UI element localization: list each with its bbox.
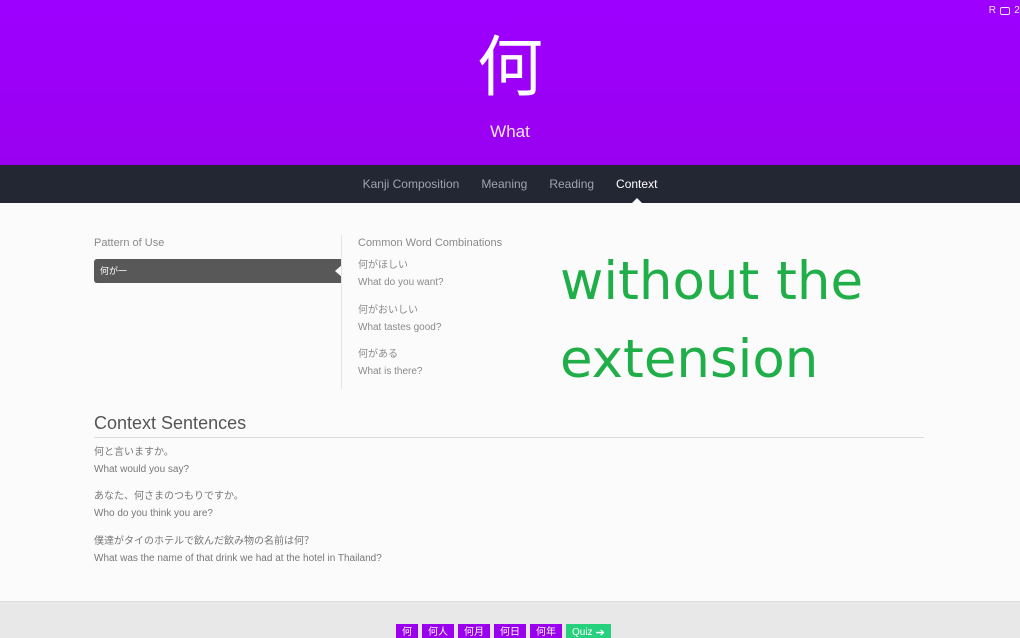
arrow-right-icon: ➔ [595, 627, 605, 638]
kanji-character: 何 [477, 29, 543, 106]
combination-jp: 何がある [358, 349, 398, 360]
sentence-jp: 僕達がタイのホテルで飲んだ飲み物の名前は何？ [94, 536, 314, 547]
related-word-chip[interactable]: 何人 [422, 624, 454, 638]
column-divider [341, 235, 342, 389]
inbox-icon [1000, 6, 1010, 15]
combination-en: What tastes good? [358, 322, 442, 333]
corner-count: 2 [1014, 5, 1020, 16]
kanji-header: 何 What R 2 [0, 0, 1020, 165]
related-word-chip[interactable]: 何年 [530, 624, 562, 638]
annotation-line-2: extension [560, 329, 819, 390]
related-word-chip[interactable]: 何日 [494, 624, 526, 638]
combination-jp: 何がほしい [358, 260, 408, 271]
related-word-chip[interactable]: 何 [396, 624, 418, 638]
quiz-button[interactable]: Quiz ➔ [566, 624, 611, 638]
combination-en: What is there? [358, 366, 423, 377]
combination-item: 何がほしい What do you want? [358, 259, 444, 290]
sentence-jp: あなた、何さまのつもりですか。 [94, 491, 244, 502]
combinations-label: Common Word Combinations [358, 237, 503, 249]
combination-jp: 何がおいしい [358, 305, 418, 316]
kanji-meaning: What [490, 122, 530, 141]
context-sentence: あなた、何さまのつもりですか。 Who do you think you are… [94, 490, 244, 521]
context-sentence: 何と言いますか。 What would you say? [94, 446, 189, 477]
section-nav: Kanji Composition Meaning Reading Contex… [0, 165, 1020, 204]
sentence-en: What was the name of that drink we had a… [94, 553, 382, 564]
corner-status: R 2 [989, 5, 1020, 16]
combination-item: 何がおいしい What tastes good? [358, 304, 441, 335]
related-word-chip[interactable]: 何月 [458, 624, 490, 638]
context-sentence: 僕達がタイのホテルで飲んだ飲み物の名前は何？ What was the name… [94, 535, 382, 566]
sentence-en: Who do you think you are? [94, 508, 213, 519]
sentence-jp: 何と言いますか。 [94, 447, 174, 458]
context-panel: Pattern of Use 何が一 Common Word Combinati… [0, 203, 1020, 601]
annotation-overlay: without the extension [560, 243, 1000, 399]
combination-item: 何がある What is there? [358, 348, 422, 379]
tab-kanji-composition[interactable]: Kanji Composition [352, 165, 471, 203]
title-divider [94, 437, 924, 438]
annotation-line-1: without the [560, 251, 864, 312]
quiz-label: Quiz [572, 627, 593, 638]
tab-context[interactable]: Context [605, 165, 668, 204]
related-words: 何 何人 何月 何日 何年 Quiz ➔ [396, 624, 611, 638]
tab-meaning[interactable]: Meaning [470, 165, 538, 203]
sentence-en: What would you say? [94, 464, 190, 475]
pattern-item[interactable]: 何が一 [94, 259, 343, 283]
tab-reading[interactable]: Reading [538, 165, 605, 203]
combination-en: What do you want? [358, 277, 444, 288]
pattern-label: Pattern of Use [94, 237, 165, 249]
context-sentences-title: Context Sentences [94, 413, 247, 433]
corner-label: R [988, 5, 996, 16]
footer-bar: 何 何人 何月 何日 何年 Quiz ➔ [0, 601, 1020, 638]
